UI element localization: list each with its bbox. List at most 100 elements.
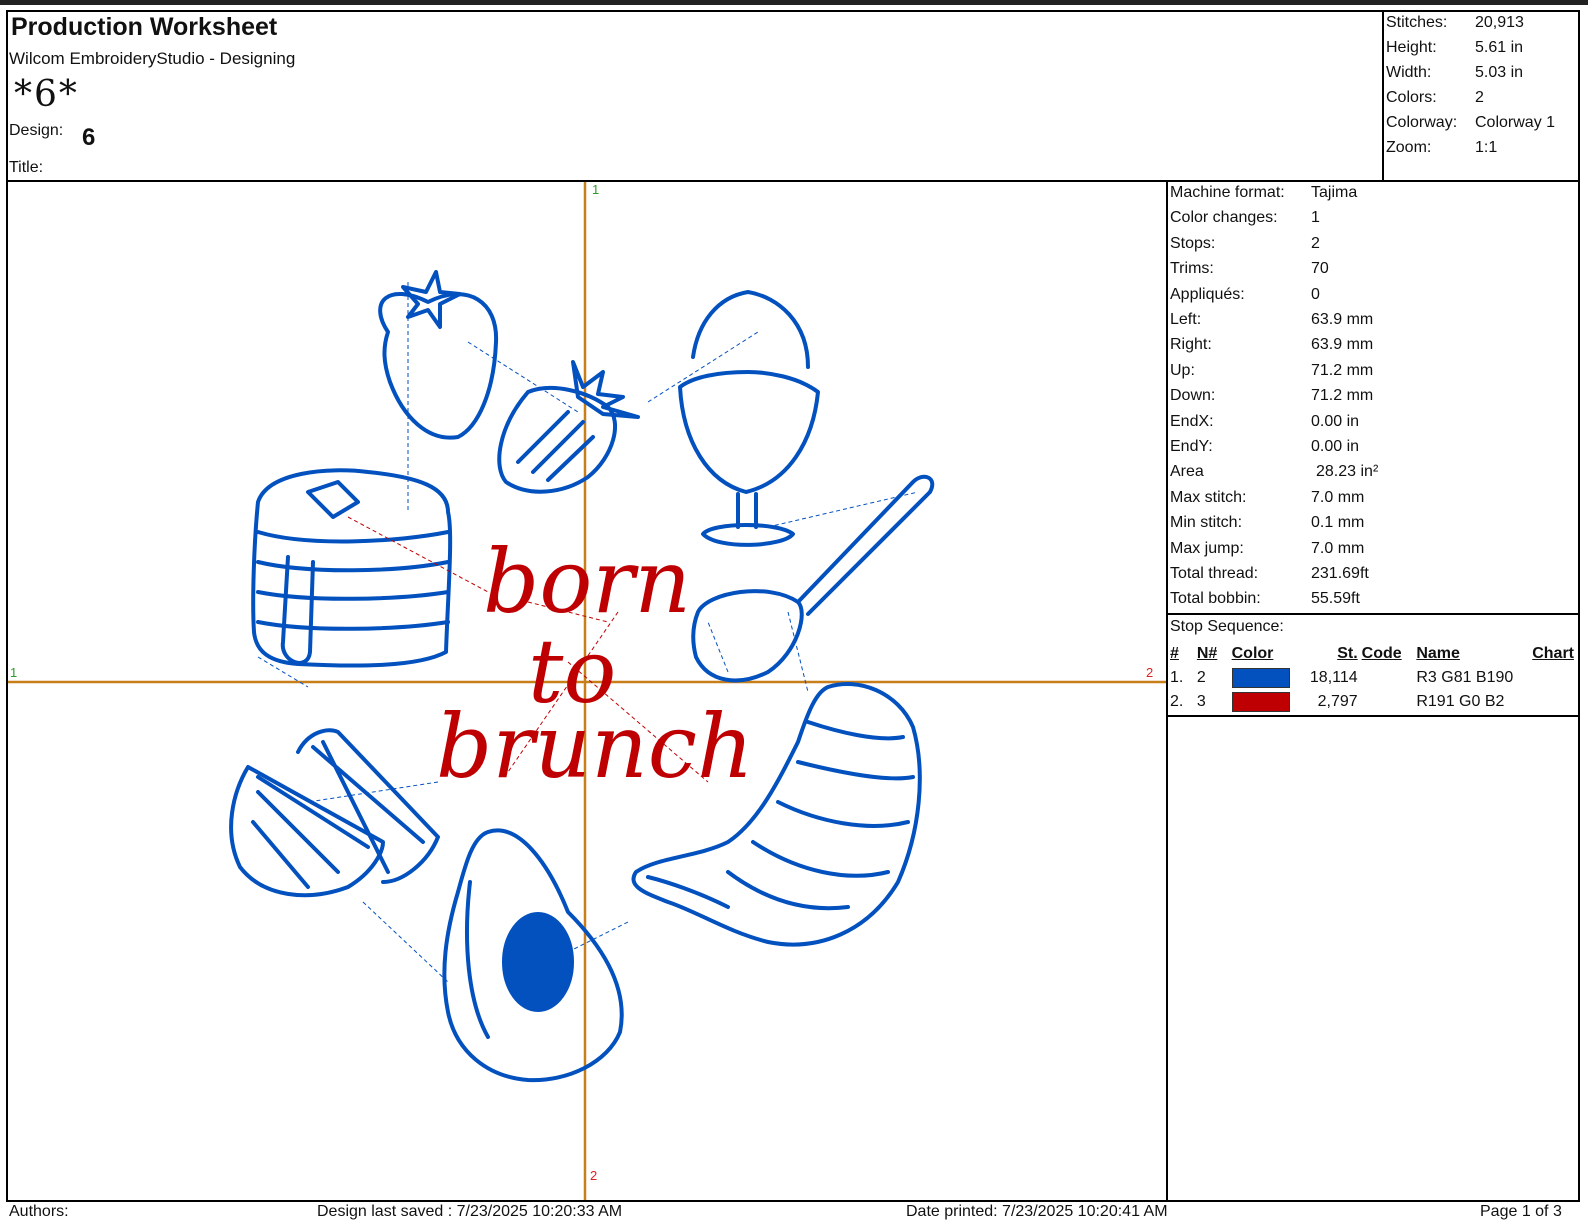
- dessert-glass-illustration: [678, 290, 820, 547]
- stop-code: [1362, 690, 1417, 714]
- stop-index: 2.: [1170, 693, 1184, 710]
- spoon-illustration: [691, 474, 935, 683]
- design-label: Design:: [9, 122, 64, 139]
- summary-stat-label: Zoom:: [1386, 139, 1432, 156]
- stop-chart: [1532, 666, 1578, 690]
- stop-code: [1362, 666, 1417, 690]
- stop-needle: 2: [1196, 669, 1206, 686]
- summary-stat-value: 5.61 in: [1475, 39, 1524, 56]
- col-n: N#: [1196, 645, 1218, 662]
- machine-stat-label: Max stitch:: [1170, 488, 1247, 506]
- stop-index: 1.: [1170, 669, 1184, 686]
- summary-stat-value: 1:1: [1475, 139, 1498, 156]
- machine-stat-value: 63.9 mm: [1311, 336, 1374, 354]
- worksheet-page: Production Worksheet Wilcom EmbroiderySt…: [0, 0, 1588, 1232]
- col-name: Name: [1416, 645, 1460, 662]
- machine-stat-value: 0: [1311, 285, 1320, 303]
- stop-needle: 3: [1196, 693, 1206, 710]
- axis-label-right: 2: [1146, 665, 1153, 680]
- col-code: Code: [1361, 645, 1402, 662]
- machine-stat-label: EndY:: [1170, 438, 1213, 455]
- stop-chart: [1532, 690, 1578, 714]
- stop-color-swatch: [1231, 690, 1298, 714]
- machine-stat-value: 55.59ft: [1311, 590, 1360, 608]
- stop-stitches: 18,114: [1309, 669, 1358, 686]
- stop-sequence-table: # N# Color St. Code Name Chart 1. 2 18,114…: [1170, 642, 1578, 714]
- date-printed: Date printed: 7/23/2025 10:20:41 AM: [906, 1203, 1168, 1220]
- machine-stat-value: 28.23 in²: [1316, 463, 1379, 481]
- summary-stat-value: 2: [1475, 89, 1484, 106]
- col-chart: Chart: [1532, 645, 1574, 662]
- machine-stat-value: 2: [1311, 234, 1320, 252]
- design-preview: 1 1 2 2 born to brunch: [8, 182, 1166, 1200]
- authors-label: Authors:: [9, 1203, 69, 1220]
- machine-stat-label: Appliqués:: [1170, 285, 1245, 303]
- machine-stat-value: 1: [1311, 209, 1320, 227]
- machine-stat-label: Area: [1170, 463, 1204, 481]
- page-title: Production Worksheet: [11, 13, 278, 41]
- summary-stat-label: Colorway:: [1386, 114, 1458, 131]
- machine-stat-label: Stops:: [1170, 234, 1216, 252]
- footer-box: [6, 1200, 1580, 1214]
- notes-box: [1166, 715, 1580, 1202]
- machine-stat-value: 0.1 mm: [1311, 514, 1365, 532]
- design-value: 6: [82, 124, 96, 151]
- design-text-line-1: born: [483, 530, 691, 633]
- machine-stat-label: Color changes:: [1170, 209, 1278, 227]
- machine-stat-value: 71.2 mm: [1311, 387, 1374, 405]
- summary-stat-label: Colors:: [1386, 89, 1437, 106]
- stop-color-name: R3 G81 B190: [1416, 669, 1514, 686]
- summary-stat-value: 5.03 in: [1475, 64, 1524, 81]
- machine-stat-label: Down:: [1170, 387, 1216, 405]
- design-text-line-3: brunch: [436, 695, 754, 798]
- machine-stat-value: 231.69ft: [1311, 565, 1369, 582]
- machine-stat-value: 0.00 in: [1311, 412, 1360, 430]
- machine-stat-label: Machine format:: [1170, 184, 1285, 201]
- summary-stat-value: Colorway 1: [1475, 114, 1556, 131]
- stop-color-name: R191 G0 B2: [1416, 693, 1505, 710]
- machine-stat-value: 7.0 mm: [1311, 488, 1365, 506]
- design-last-saved: Design last saved : 7/23/2025 10:20:33 A…: [317, 1203, 623, 1220]
- machine-stat-label: Left:: [1170, 311, 1202, 328]
- machine-stat-label: Right:: [1170, 336, 1212, 354]
- machine-stat-label: Min stitch:: [1170, 514, 1243, 532]
- machine-stat-label: Max jump:: [1170, 539, 1244, 557]
- machine-stat-label: Total thread:: [1170, 565, 1259, 582]
- col-color: Color: [1231, 645, 1274, 662]
- axis-label-left: 1: [10, 665, 17, 680]
- summary-stat-label: Stitches:: [1386, 14, 1448, 31]
- machine-stat-value: 70: [1311, 260, 1329, 278]
- color-swatch: [1231, 692, 1290, 712]
- pancake-stack-illustration: [251, 468, 453, 668]
- app-name: Wilcom EmbroideryStudio - Designing: [9, 49, 296, 68]
- machine-stat-value: 0.00 in: [1311, 438, 1360, 455]
- stop-stitches: 2,797: [1317, 693, 1358, 710]
- summary-stat-label: Height:: [1386, 39, 1437, 56]
- summary-stat-value: 20,913: [1475, 14, 1524, 31]
- stop-sequence-header-row: # N# Color St. Code Name Chart: [1170, 642, 1578, 666]
- col-stitches: St.: [1337, 645, 1358, 662]
- machine-stat-value: 7.0 mm: [1311, 539, 1365, 557]
- col-index: #: [1170, 645, 1179, 662]
- axis-label-top: 1: [592, 182, 599, 197]
- machine-stat-value: Tajima: [1311, 184, 1358, 201]
- avocado-illustration: [442, 828, 624, 1083]
- machine-stat-value: 63.9 mm: [1311, 311, 1374, 328]
- title-label: Title:: [9, 159, 44, 176]
- page-number: Page 1 of 3: [1480, 1203, 1562, 1220]
- strawberry-illustration: [378, 270, 499, 440]
- stop-sequence-title: Stop Sequence:: [1170, 618, 1284, 635]
- strawberry-illustration-2: [497, 360, 640, 494]
- machine-stat-label: Up:: [1170, 361, 1195, 379]
- summary-stat-label: Width:: [1386, 64, 1432, 81]
- color-swatch: [1231, 668, 1290, 688]
- stop-sequence-row: 2. 3 2,797 R191 G0 B2: [1170, 690, 1578, 714]
- signature-mark: *6*: [14, 74, 79, 115]
- stop-sequence-row: 1. 2 18,114 R3 G81 B190: [1170, 666, 1578, 690]
- orange-slice-illustration: [229, 728, 440, 898]
- machine-stat-value: 71.2 mm: [1311, 361, 1374, 379]
- machine-stat-label: Total bobbin:: [1170, 590, 1261, 608]
- top-border: [0, 0, 1588, 5]
- machine-stat-label: EndX:: [1170, 412, 1214, 430]
- axis-label-bottom: 2: [590, 1168, 597, 1183]
